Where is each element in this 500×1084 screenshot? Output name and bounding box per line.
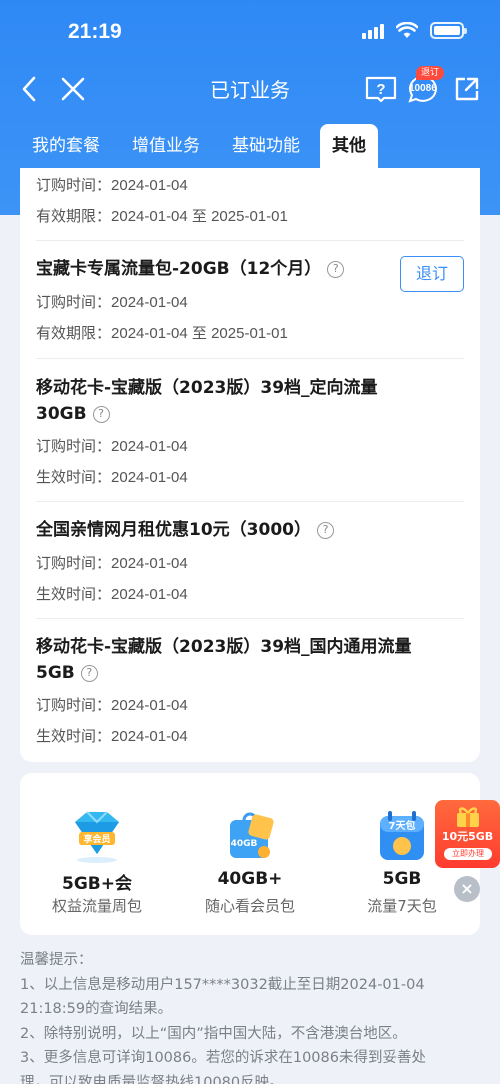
tips-section: 温馨提示： 1、以上信息是移动用户157****3032截止至日期2024-01… (20, 948, 482, 1084)
list-item: 全国亲情网月租优惠10元（3000）? 订购时间：2024-01-04 生效时间… (36, 517, 464, 610)
help-book-icon: ? (365, 76, 397, 103)
tab-my-plan[interactable]: 我的套餐 (20, 125, 112, 167)
promo-title: 40GB+ (217, 869, 283, 889)
divider (36, 501, 464, 502)
status-bar: 21:19 (0, 0, 500, 64)
tab-basic-functions[interactable]: 基础功能 (220, 125, 312, 167)
nav-bar: 已订业务 ? 退订 10086 (0, 64, 500, 114)
close-ad-button[interactable]: × (454, 876, 480, 902)
order-time: 订购时间：2024-01-04 (36, 437, 188, 455)
divider (36, 358, 464, 359)
chat-number: 10086 (409, 83, 437, 94)
close-icon: × (460, 879, 474, 898)
tab-value-added[interactable]: 增值业务 (120, 125, 212, 167)
order-time: 订购时间：2024-01-04 (36, 176, 188, 194)
effective-time: 生效时间：2024-01-04 (36, 585, 188, 603)
item-title: 移动花卡-宝藏版（2023版）39档_国内通用流量 5GB? (36, 637, 412, 683)
data-bag-icon: 40GB (230, 812, 274, 858)
share-button[interactable] (450, 72, 484, 106)
promo-subtitle: 权益流量周包 (51, 897, 142, 915)
tab-bar: 我的套餐 增值业务 基础功能 其他 (20, 124, 490, 168)
promo-subtitle: 随心看会员包 (204, 897, 295, 915)
order-time: 订购时间：2024-01-04 (36, 554, 188, 572)
status-icons (362, 22, 467, 39)
cellular-signal-icon (362, 23, 384, 39)
svg-text:40GB: 40GB (231, 839, 258, 849)
tips-line: 21:18:59的查询结果。 (20, 1001, 173, 1017)
svg-text:?: ? (376, 81, 385, 98)
help-icon[interactable]: ? (92, 406, 110, 423)
item-title: 全国亲情网月租优惠10元（3000）? (36, 517, 464, 543)
diamond-member-icon: 享会员 (75, 811, 119, 863)
status-time: 21:19 (68, 20, 122, 43)
help-icon[interactable]: ? (80, 665, 98, 682)
promo-subtitle: 流量7天包 (367, 897, 437, 915)
floating-ad[interactable]: 10元5GB 立即办理 (435, 800, 500, 868)
tips-line: 理，可以致电质量监督热线10080反映。 (20, 1074, 284, 1084)
battery-icon (430, 22, 467, 39)
valid-period: 有效期限：2024-01-04 至 2025-01-01 (36, 207, 288, 225)
list-item: 移动花卡-宝藏版（2023版）39档_国内通用流量 5GB? 订购时间：2024-… (36, 634, 464, 752)
svg-text:享会员: 享会员 (83, 833, 110, 845)
unsubscribe-badge: 退订 (416, 66, 445, 80)
tips-line: 3、更多信息可详询10086。若您的诉求在10086未得到妥善处 (20, 1050, 426, 1066)
tips-heading: 温馨提示： (20, 952, 93, 968)
divider (36, 240, 464, 241)
help-icon[interactable]: ? (316, 522, 334, 539)
gift-icon (457, 807, 479, 827)
list-item: 订购时间：2024-01-04 有效期限：2024-01-04 至 2025-0… (36, 170, 464, 232)
item-title: 移动花卡-宝藏版（2023版）39档_定向流量 30GB? (36, 378, 378, 424)
list-item: 移动花卡-宝藏版（2023版）39档_定向流量 30GB? 订购时间：2024-0… (36, 375, 464, 493)
svg-text:7天包: 7天包 (389, 819, 416, 832)
divider (36, 618, 464, 619)
help-icon[interactable]: ? (327, 261, 345, 278)
ad-text: 10元5GB (441, 830, 494, 843)
valid-period: 有效期限：2024-01-04 至 2025-01-01 (36, 324, 288, 342)
effective-time: 生效时间：2024-01-04 (36, 468, 188, 486)
ad-button[interactable]: 立即办理 (444, 848, 492, 860)
subscription-list: 订购时间：2024-01-04 有效期限：2024-01-04 至 2025-0… (20, 168, 480, 762)
tips-line: 2、除特别说明，以上“国内”指中国大陆，不含港澳台地区。 (20, 1025, 407, 1042)
wifi-icon (396, 22, 418, 38)
external-link-icon (455, 77, 479, 101)
promo-title: 5GB+会 (62, 874, 132, 894)
tab-other[interactable]: 其他 (320, 124, 378, 168)
help-button[interactable]: ? (364, 72, 398, 106)
unsubscribe-button[interactable]: 退订 (400, 256, 464, 292)
order-time: 订购时间：2024-01-04 (36, 293, 188, 311)
promo-card: 享会员 5GB+会 权益流量周包 40GB 40GB+ 随心看会员包 7天包 5… (20, 773, 480, 935)
calendar-pack-icon: 7天包 (380, 811, 424, 860)
effective-time: 生效时间：2024-01-04 (36, 727, 188, 745)
tips-line: 1、以上信息是移动用户157****3032截止至日期2024-01-04 (20, 976, 425, 993)
order-time: 订购时间：2024-01-04 (36, 696, 188, 714)
